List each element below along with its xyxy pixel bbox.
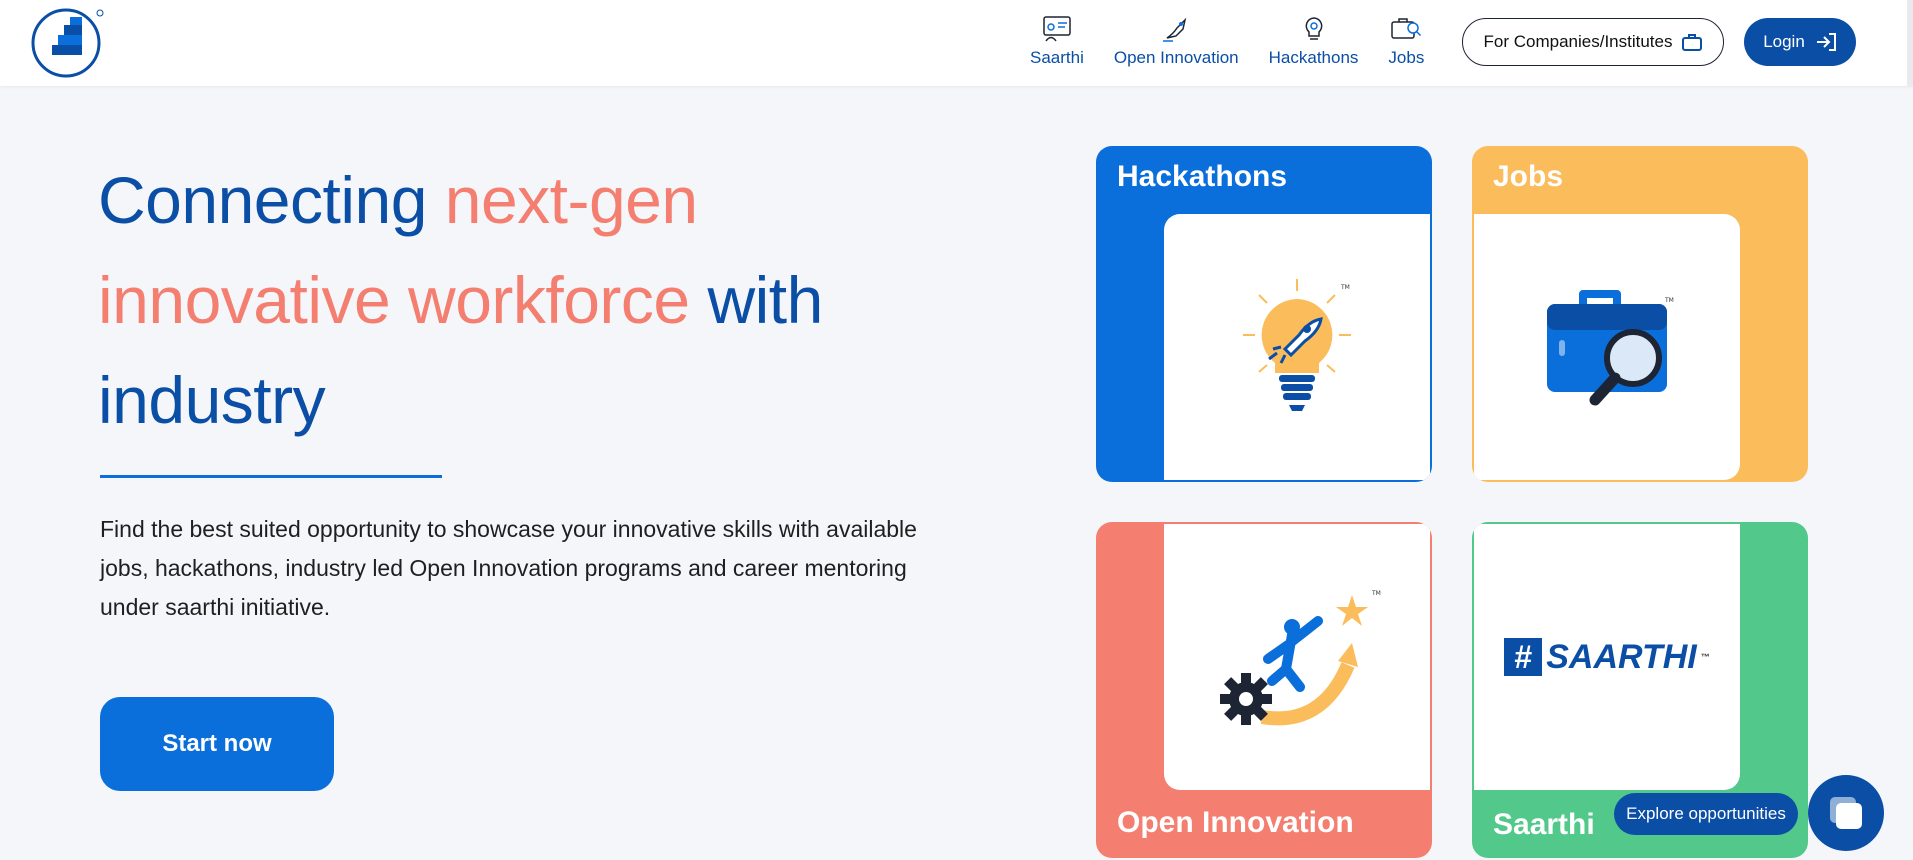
svg-text:TM: TM <box>1664 297 1674 304</box>
for-companies-label: For Companies/Institutes <box>1483 32 1673 51</box>
start-now-button[interactable]: Start now <box>100 697 334 791</box>
hero-title: Connecting next-gen innovative workforce… <box>98 150 998 450</box>
hero-title-part1: Connecting <box>98 163 445 237</box>
svg-text:TM: TM <box>1371 590 1381 597</box>
briefcase-search-icon <box>1391 18 1422 39</box>
nav-label: Open Innovation <box>1113 48 1239 67</box>
nav-item-open-innovation[interactable]: Open Innovation <box>1114 14 1239 68</box>
login-button[interactable]: Login <box>1744 18 1856 66</box>
saarthi-logo: # SAARTHI ™ <box>1504 638 1710 677</box>
explore-opportunities-fab[interactable] <box>1808 775 1884 851</box>
hero-divider <box>100 475 442 478</box>
card-label: Jobs <box>1493 160 1564 193</box>
briefcase-magnifier-icon: TM <box>1547 290 1674 406</box>
rocket-hand-icon <box>1163 17 1187 42</box>
card-image: TM <box>1164 214 1430 480</box>
rocket-lightbulb-icon: TM <box>1243 279 1351 411</box>
explore-opportunities-pill[interactable]: Explore opportunities <box>1614 793 1798 835</box>
card-hackathons[interactable]: Hackathons TM <box>1096 146 1432 482</box>
main-nav: Saarthi Open Innovation Hackathons Jobs <box>1030 14 1454 68</box>
card-image: # SAARTHI ™ <box>1474 524 1740 790</box>
saarthi-logo-text: SAARTHI <box>1546 637 1697 676</box>
login-label: Login <box>1763 32 1805 51</box>
climber-gear-star-icon: TM <box>1220 590 1381 726</box>
hero-description: Find the best suited opportunity to show… <box>100 516 917 620</box>
nav-label: Saarthi <box>1030 48 1084 67</box>
card-image: TM <box>1474 214 1740 480</box>
login-arrow-icon <box>1816 33 1836 51</box>
stacked-cards-icon <box>1830 797 1862 829</box>
nav-label: Hackathons <box>1268 48 1359 67</box>
logo-icon[interactable] <box>28 5 108 81</box>
nav-item-jobs[interactable]: Jobs <box>1388 14 1424 68</box>
nav-item-saarthi[interactable]: Saarthi <box>1030 14 1084 68</box>
lightbulb-gear-icon <box>1305 17 1322 40</box>
card-label: Saarthi <box>1493 808 1595 841</box>
nav-label: Jobs <box>1388 48 1425 67</box>
trademark: ™ <box>1700 652 1710 662</box>
card-jobs[interactable]: Jobs TM <box>1472 146 1808 482</box>
briefcase-icon <box>1682 34 1703 51</box>
nav-item-hackathons[interactable]: Hackathons <box>1268 14 1359 68</box>
site-header: Saarthi Open Innovation Hackathons Jobs … <box>0 0 1913 86</box>
page-scrollbar[interactable] <box>1907 0 1913 86</box>
saarthi-hash: # <box>1504 638 1543 676</box>
card-image: TM <box>1164 524 1430 790</box>
mentor-board-icon <box>1043 16 1071 42</box>
card-label: Open Innovation <box>1117 806 1354 839</box>
card-label: Hackathons <box>1117 160 1288 193</box>
card-open-innovation[interactable]: Open Innovation TM <box>1096 522 1432 858</box>
for-companies-button[interactable]: For Companies/Institutes <box>1462 18 1724 66</box>
svg-text:TM: TM <box>1340 284 1350 291</box>
